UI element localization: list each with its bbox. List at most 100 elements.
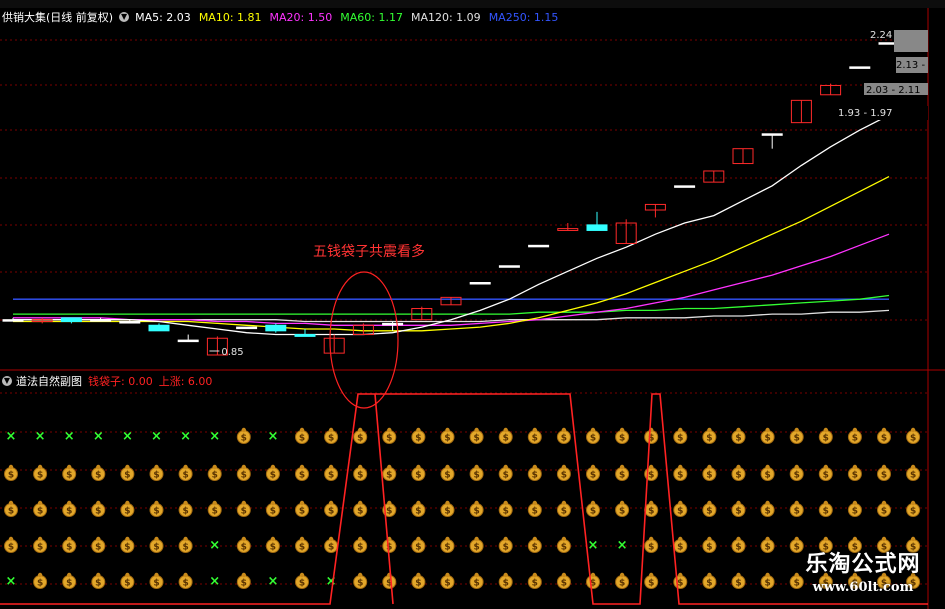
money-bag-knot [416, 427, 421, 433]
money-bag-symbol: $ [444, 434, 450, 444]
money-bag-symbol: $ [648, 579, 654, 589]
money-bag-symbol: $ [241, 471, 247, 481]
money-bag-knot [37, 536, 43, 542]
money-bag-knot [678, 572, 683, 578]
money-bag-symbol: $ [910, 471, 916, 481]
sell-cross-mark: × [151, 429, 162, 444]
collapse-icon[interactable]: ▼ [119, 12, 130, 22]
sub-collapse-icon[interactable]: ▼ [2, 376, 12, 386]
money-bag-symbol: $ [473, 434, 479, 444]
money-bag-symbol: $ [37, 579, 43, 589]
candle-body [265, 324, 287, 332]
money-bag-symbol: $ [881, 434, 887, 444]
money-bag-symbol: $ [735, 579, 741, 589]
money-bag-knot [823, 500, 828, 506]
money-bag-symbol: $ [66, 543, 72, 553]
watermark-url: www.60lt.com [812, 580, 914, 595]
annotation-text: 五钱袋子共震看多 [313, 243, 425, 260]
money-bag-knot [794, 427, 799, 433]
money-bag-knot [503, 536, 508, 542]
money-bag-symbol: $ [706, 579, 712, 589]
money-bag-knot [649, 464, 654, 470]
money-bag-knot [619, 427, 625, 433]
money-bag-symbol: $ [794, 507, 800, 517]
money-bag-knot [183, 536, 188, 542]
money-bag-knot [852, 464, 858, 470]
money-bag-knot [678, 464, 683, 470]
money-bag-symbol: $ [241, 543, 247, 553]
money-bag-knot [503, 572, 508, 578]
ma-legend-item: MA20: 1.50 [269, 10, 333, 24]
money-bag-knot [736, 536, 741, 542]
money-bag-knot [96, 572, 101, 578]
watermark-title: 乐淘公式网 [805, 551, 921, 577]
money-bag-symbol: $ [415, 434, 421, 444]
money-bag-symbol: $ [182, 507, 188, 517]
money-bag-symbol: $ [706, 507, 712, 517]
money-bag-knot [241, 536, 246, 542]
money-bag-symbol: $ [95, 507, 101, 517]
money-bag-symbol: $ [473, 471, 479, 481]
ma-legend-item: MA5: 2.03 [135, 10, 191, 24]
money-bag-knot [561, 572, 567, 578]
money-bag-knot [794, 500, 799, 506]
money-bag-knot [8, 500, 14, 506]
money-bag-symbol: $ [503, 434, 509, 444]
money-bag-knot [8, 464, 14, 470]
sell-cross-mark: × [209, 574, 220, 589]
sub-chart-header: ▼ 道法自然副图 钱袋子: 0.00 上涨: 6.00 [2, 373, 218, 389]
money-bag-symbol: $ [270, 507, 276, 517]
money-bag-knot [881, 536, 887, 542]
money-bag-symbol: $ [764, 434, 770, 444]
money-bag-symbol: $ [852, 434, 858, 444]
money-bag-knot [96, 464, 101, 470]
money-bag-symbol: $ [124, 471, 130, 481]
money-bag-knot [416, 464, 421, 470]
money-bag-knot [241, 572, 246, 578]
money-bag-symbol: $ [735, 434, 741, 444]
candle-body [528, 244, 550, 248]
money-bag-symbol: $ [648, 507, 654, 517]
money-bag-knot [445, 572, 450, 578]
money-bag-knot [794, 464, 799, 470]
candle-body [382, 322, 404, 326]
money-bag-knot [37, 500, 43, 506]
money-bag-symbol: $ [823, 434, 829, 444]
money-bag-symbol: $ [386, 471, 392, 481]
chart-canvas: 0.85 1.93 - 1.97 2.03 - 2.11 2.13 - 2 2.24 五钱… [0, 8, 945, 609]
sell-cross-mark: × [617, 538, 628, 553]
candle-body [119, 321, 141, 324]
money-bag-knot [881, 500, 887, 506]
money-bag-symbol: $ [153, 507, 159, 517]
money-bag-knot [37, 464, 43, 470]
money-bag-knot [736, 427, 741, 433]
money-bag-knot [765, 464, 770, 470]
money-bag-symbol: $ [124, 543, 130, 553]
money-bag-symbol: $ [66, 579, 72, 589]
sell-cross-mark: × [35, 429, 46, 444]
money-bag-knot [619, 572, 625, 578]
money-bag-symbol: $ [37, 543, 43, 553]
money-bag-knot [590, 464, 596, 470]
money-bag-knot [532, 464, 537, 470]
money-bag-symbol: $ [386, 434, 392, 444]
money-bag-symbol: $ [735, 471, 741, 481]
money-bag-symbol: $ [532, 543, 538, 553]
candle-body [148, 324, 170, 332]
money-bag-knot [736, 572, 741, 578]
money-bag-knot [649, 572, 654, 578]
candle-body [674, 185, 696, 188]
money-bag-knot [154, 500, 159, 506]
sell-cross-mark: × [93, 429, 104, 444]
money-bag-knot [678, 536, 683, 542]
money-bag-symbol: $ [881, 471, 887, 481]
money-bag-knot [561, 427, 567, 433]
money-bag-knot [416, 536, 421, 542]
money-bag-symbol: $ [415, 543, 421, 553]
money-bag-knot [358, 536, 363, 542]
money-bag-knot [154, 572, 159, 578]
money-bag-knot [328, 500, 334, 506]
money-bag-symbol: $ [8, 507, 14, 517]
money-bag-knot [183, 464, 188, 470]
money-bag-symbol: $ [532, 434, 538, 444]
